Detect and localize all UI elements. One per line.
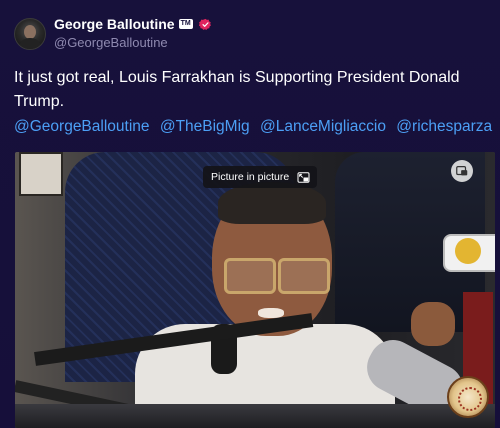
- author-badge: TM: [178, 19, 193, 29]
- author-avatar[interactable]: [14, 18, 46, 50]
- mention-link[interactable]: @GeorgeBalloutine: [14, 118, 150, 135]
- video-player[interactable]: [15, 152, 495, 428]
- avatar-body: [19, 38, 41, 49]
- pip-tooltip: Picture in picture: [203, 166, 318, 188]
- speaker-figure: [200, 178, 350, 428]
- speaker-hair: [218, 182, 326, 224]
- mic-logo: [455, 238, 481, 264]
- picture-in-picture-icon: [297, 171, 310, 183]
- mention-link[interactable]: @richesparza: [396, 118, 492, 135]
- picture-in-picture-icon: [456, 166, 468, 176]
- avatar-face: [24, 25, 36, 39]
- seal-badge-icon: [447, 376, 489, 418]
- desk-edge: [15, 404, 495, 428]
- glasses-left-lens: [224, 258, 276, 294]
- author-handle[interactable]: @GeorgeBalloutine: [54, 35, 168, 50]
- post-card: George Balloutine TM @GeorgeBalloutine I…: [0, 0, 500, 428]
- mention-link[interactable]: @LanceMigliaccio: [260, 118, 386, 135]
- hand-right: [411, 302, 455, 346]
- author-name[interactable]: George Balloutine: [54, 16, 175, 32]
- verified-badge-icon: [198, 18, 211, 30]
- author-name-row: George Balloutine TM: [54, 16, 212, 32]
- pip-tooltip-label: Picture in picture: [211, 171, 290, 183]
- post-text: It just got real, Louis Farrakhan is Sup…: [14, 69, 460, 110]
- seal-inner-ring: [458, 387, 482, 411]
- glasses-right-lens: [278, 258, 330, 294]
- post-mentions: @GeorgeBalloutine @TheBigMig @LanceMigli…: [14, 118, 497, 136]
- pip-button[interactable]: [451, 160, 473, 182]
- mention-link[interactable]: @TheBigMig: [160, 118, 250, 135]
- wall-picture-frame: [19, 152, 63, 196]
